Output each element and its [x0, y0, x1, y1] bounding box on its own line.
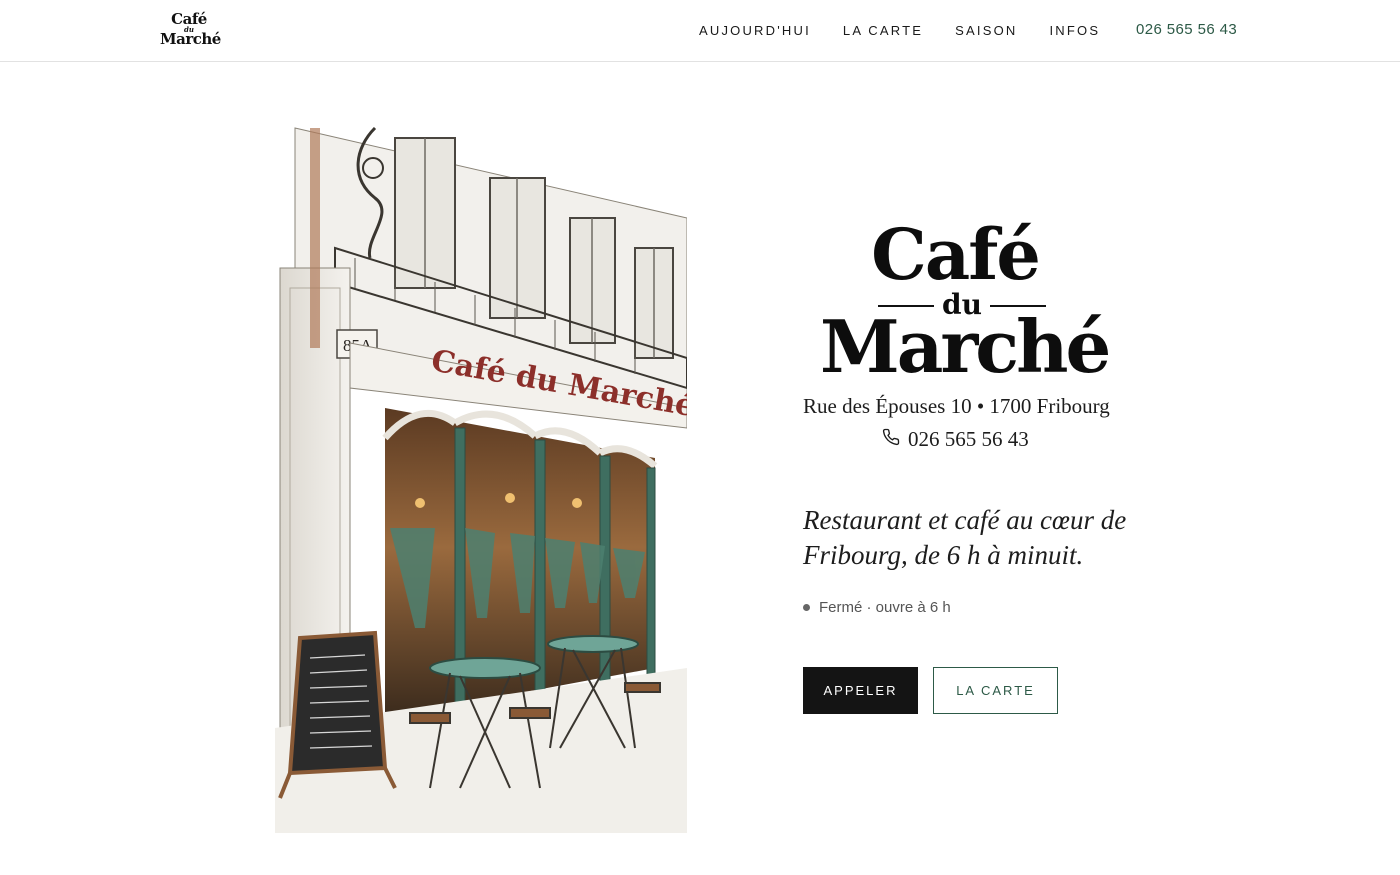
nav-link-la-carte[interactable]: LA CARTE [843, 22, 923, 40]
menu-button[interactable]: LA CARTE [933, 667, 1058, 714]
header-phone-link[interactable]: 026 565 56 43 [1136, 21, 1237, 38]
opening-status: Fermé · ouvre à 6 h [803, 599, 951, 616]
hero-logo-line1: Café [871, 213, 1041, 296]
cafe-facade-illustration: 85A Café du Marché [255, 108, 697, 833]
tagline: Restaurant et café au cœur de Fribourg, … [803, 505, 1127, 570]
status-dot [803, 604, 810, 611]
phone-icon [882, 427, 900, 452]
brand-logo[interactable]: Café du Marché [160, 12, 221, 48]
nav-link-infos[interactable]: INFOS [1049, 22, 1100, 40]
nav-link-aujourdhui[interactable]: AUJOURD'HUI [699, 22, 811, 40]
address-text: Rue des Épouses 10 • 1700 Fribourg [803, 394, 1110, 418]
hero-logo: Café du Marché [820, 212, 1111, 389]
top-navigation-bar: Café du Marché AUJOURD'HUI LA CARTE SAIS… [0, 0, 1400, 62]
hero-phone-link[interactable]: 026 565 56 43 [882, 427, 1029, 452]
main-nav: AUJOURD'HUI LA CARTE SAISON INFOS [699, 22, 1132, 40]
brand-logo-line3: Marché [160, 30, 221, 48]
hero-phone-number: 026 565 56 43 [908, 427, 1029, 451]
call-button[interactable]: APPELER [803, 667, 918, 714]
status-text: Fermé · ouvre à 6 h [819, 599, 951, 616]
nav-link-saison[interactable]: SAISON [955, 22, 1017, 40]
hero-logo-line3: Marché [820, 304, 1111, 389]
